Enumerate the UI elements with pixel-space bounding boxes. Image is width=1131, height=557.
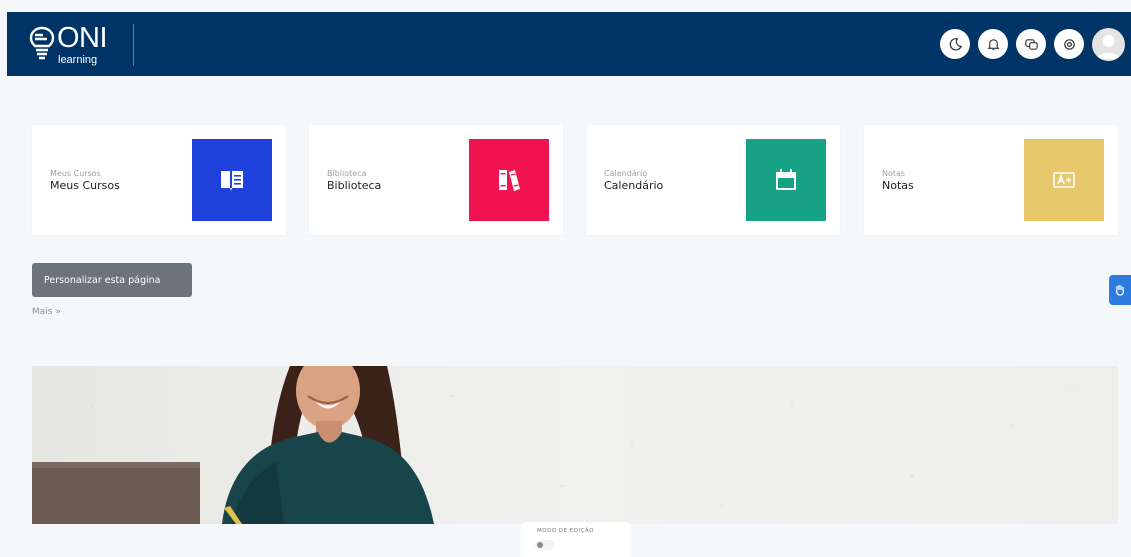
edit-mode-panel: MODO DE EDIÇÃO bbox=[521, 522, 631, 557]
bell-icon bbox=[986, 38, 1000, 50]
lightbulb-logo-icon bbox=[29, 26, 55, 60]
card-calendario[interactable]: Calendário Calendário bbox=[586, 125, 840, 235]
user-avatar[interactable] bbox=[1092, 27, 1125, 61]
accessibility-side-tab[interactable] bbox=[1109, 275, 1131, 305]
notifications-button[interactable] bbox=[978, 29, 1008, 59]
card-icon-tile[interactable] bbox=[192, 139, 272, 221]
hero-banner-image bbox=[32, 366, 1118, 524]
card-title: Meus Cursos bbox=[50, 179, 120, 192]
moon-icon bbox=[949, 37, 962, 50]
card-icon-tile[interactable] bbox=[1024, 139, 1104, 221]
card-caption: Biblioteca bbox=[327, 169, 367, 178]
card-title: Biblioteca bbox=[327, 179, 382, 192]
more-link[interactable]: Mais » bbox=[32, 307, 61, 317]
top-navbar: ONI learning bbox=[7, 12, 1131, 76]
card-title: Notas bbox=[882, 179, 914, 192]
card-meus-cursos[interactable]: Meus Cursos Meus Cursos bbox=[32, 125, 286, 235]
logo-subtext: learning bbox=[58, 54, 98, 66]
user-silhouette-icon bbox=[1097, 34, 1120, 59]
card-caption: Notas bbox=[882, 169, 906, 178]
edit-mode-label: MODO DE EDIÇÃO bbox=[537, 528, 595, 534]
library-icon bbox=[499, 170, 520, 191]
settings-button[interactable] bbox=[1054, 29, 1084, 59]
calendar-icon bbox=[776, 169, 796, 190]
customize-page-button[interactable]: Personalizar esta página bbox=[32, 263, 192, 297]
card-title: Calendário bbox=[604, 179, 664, 192]
header-actions bbox=[940, 26, 1125, 62]
chat-icon bbox=[1024, 38, 1038, 50]
messages-button[interactable] bbox=[1016, 29, 1046, 59]
quick-access-cards: Meus Cursos Meus Cursos Biblioteca Bibli… bbox=[32, 125, 1118, 235]
grade-icon bbox=[1053, 172, 1075, 188]
dark-mode-button[interactable] bbox=[940, 29, 970, 59]
site-logo[interactable]: ONI learning bbox=[29, 20, 139, 68]
banner-illustration bbox=[32, 366, 1118, 524]
logo-text: ONI bbox=[57, 22, 108, 54]
logo-divider bbox=[133, 24, 134, 66]
settings-icon bbox=[1063, 38, 1075, 50]
hand-icon bbox=[1115, 285, 1125, 296]
card-notas[interactable]: Notas Notas bbox=[864, 125, 1118, 235]
card-icon-tile[interactable] bbox=[469, 139, 549, 221]
edit-mode-toggle[interactable] bbox=[535, 540, 555, 550]
card-caption: Meus Cursos bbox=[50, 169, 101, 178]
card-caption: Calendário bbox=[604, 169, 648, 178]
book-icon bbox=[221, 171, 243, 191]
card-biblioteca[interactable]: Biblioteca Biblioteca bbox=[309, 125, 563, 235]
card-icon-tile[interactable] bbox=[746, 139, 826, 221]
